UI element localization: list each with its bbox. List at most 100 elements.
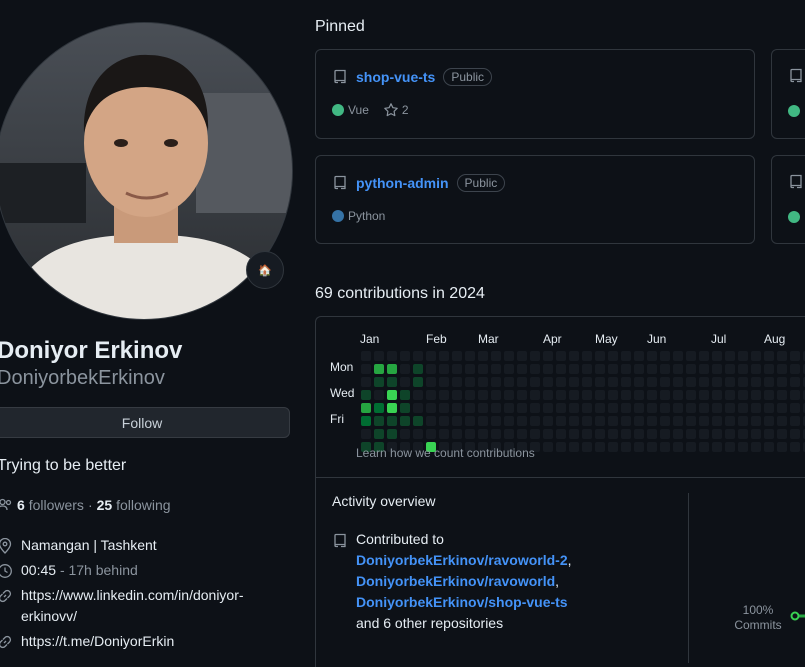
contribution-day-cell[interactable] <box>517 351 527 361</box>
contribution-day-cell[interactable] <box>465 429 475 439</box>
contribution-day-cell[interactable] <box>608 364 618 374</box>
contribution-day-cell[interactable] <box>621 442 631 452</box>
contribution-day-cell[interactable] <box>712 416 722 426</box>
contribution-day-cell[interactable] <box>504 351 514 361</box>
contribution-day-cell[interactable] <box>569 351 579 361</box>
contribution-day-cell[interactable] <box>543 442 553 452</box>
contribution-day-cell[interactable] <box>543 364 553 374</box>
contribution-day-cell[interactable] <box>595 429 605 439</box>
contribution-day-cell[interactable] <box>452 416 462 426</box>
contribution-day-cell[interactable] <box>478 429 488 439</box>
contribution-day-cell[interactable] <box>634 351 644 361</box>
contribution-day-cell[interactable] <box>569 390 579 400</box>
contribution-day-cell[interactable] <box>452 351 462 361</box>
contribution-day-cell[interactable] <box>400 351 410 361</box>
contribution-day-cell[interactable] <box>686 403 696 413</box>
contribution-day-cell[interactable] <box>621 377 631 387</box>
contribution-day-cell[interactable] <box>530 364 540 374</box>
contribution-day-cell[interactable] <box>699 429 709 439</box>
contribution-day-cell[interactable] <box>777 403 787 413</box>
telegram-link[interactable]: https://t.me/DoniyorErkin <box>21 631 174 652</box>
contribution-day-cell[interactable] <box>725 377 735 387</box>
contribution-day-cell[interactable] <box>764 351 774 361</box>
contribution-day-cell[interactable] <box>517 377 527 387</box>
contribution-day-cell[interactable] <box>725 442 735 452</box>
contribution-day-cell[interactable] <box>374 429 384 439</box>
contribution-day-cell[interactable] <box>660 390 670 400</box>
contribution-day-cell[interactable] <box>465 403 475 413</box>
contribution-day-cell[interactable] <box>751 429 761 439</box>
contribution-day-cell[interactable] <box>764 429 774 439</box>
contribution-day-cell[interactable] <box>426 429 436 439</box>
contribution-day-cell[interactable] <box>465 351 475 361</box>
contribution-day-cell[interactable] <box>426 377 436 387</box>
contribution-day-cell[interactable] <box>790 364 800 374</box>
contribution-day-cell[interactable] <box>400 416 410 426</box>
contribution-day-cell[interactable] <box>673 403 683 413</box>
contribution-day-cell[interactable] <box>777 390 787 400</box>
contribution-day-cell[interactable] <box>556 351 566 361</box>
contribution-day-cell[interactable] <box>660 403 670 413</box>
contribution-day-cell[interactable] <box>673 429 683 439</box>
contribution-day-cell[interactable] <box>569 403 579 413</box>
contribution-day-cell[interactable] <box>413 364 423 374</box>
contribution-day-cell[interactable] <box>647 351 657 361</box>
contribution-day-cell[interactable] <box>361 403 371 413</box>
contribution-day-cell[interactable] <box>725 416 735 426</box>
contribution-day-cell[interactable] <box>595 416 605 426</box>
contribution-day-cell[interactable] <box>608 351 618 361</box>
contribution-day-cell[interactable] <box>712 364 722 374</box>
contribution-day-cell[interactable] <box>413 351 423 361</box>
contribution-day-cell[interactable] <box>790 390 800 400</box>
contribution-day-cell[interactable] <box>660 351 670 361</box>
contribution-day-cell[interactable] <box>556 429 566 439</box>
contribution-day-cell[interactable] <box>374 390 384 400</box>
contribution-day-cell[interactable] <box>387 390 397 400</box>
contribution-day-cell[interactable] <box>660 416 670 426</box>
contribution-day-cell[interactable] <box>426 403 436 413</box>
contribution-day-cell[interactable] <box>361 364 371 374</box>
contribution-day-cell[interactable] <box>647 416 657 426</box>
followers-link[interactable]: 6 followers <box>17 495 84 515</box>
contribution-day-cell[interactable] <box>387 364 397 374</box>
contribution-day-cell[interactable] <box>777 429 787 439</box>
contribution-day-cell[interactable] <box>582 351 592 361</box>
contribution-day-cell[interactable] <box>569 377 579 387</box>
contribution-day-cell[interactable] <box>491 429 501 439</box>
contribution-day-cell[interactable] <box>491 403 501 413</box>
contribution-day-cell[interactable] <box>582 416 592 426</box>
contribution-day-cell[interactable] <box>413 416 423 426</box>
contribution-day-cell[interactable] <box>608 442 618 452</box>
contribution-day-cell[interactable] <box>738 364 748 374</box>
contribution-day-cell[interactable] <box>582 442 592 452</box>
contribution-day-cell[interactable] <box>673 416 683 426</box>
contribution-day-cell[interactable] <box>647 403 657 413</box>
contribution-day-cell[interactable] <box>712 377 722 387</box>
contribution-day-cell[interactable] <box>582 377 592 387</box>
contribution-day-cell[interactable] <box>790 442 800 452</box>
contribution-day-cell[interactable] <box>413 390 423 400</box>
contribution-day-cell[interactable] <box>569 429 579 439</box>
contribution-day-cell[interactable] <box>452 403 462 413</box>
contribution-day-cell[interactable] <box>751 390 761 400</box>
contribution-day-cell[interactable] <box>439 403 449 413</box>
contribution-day-cell[interactable] <box>569 442 579 452</box>
contribution-day-cell[interactable] <box>439 377 449 387</box>
contribution-day-cell[interactable] <box>530 429 540 439</box>
status-button[interactable]: 🏠 <box>246 251 284 289</box>
contribution-day-cell[interactable] <box>504 390 514 400</box>
contribution-day-cell[interactable] <box>686 377 696 387</box>
contribution-day-cell[interactable] <box>374 351 384 361</box>
contribution-day-cell[interactable] <box>595 351 605 361</box>
contribution-day-cell[interactable] <box>699 403 709 413</box>
contribution-day-cell[interactable] <box>491 351 501 361</box>
contribution-day-cell[interactable] <box>634 442 644 452</box>
contribution-day-cell[interactable] <box>582 390 592 400</box>
contribution-day-cell[interactable] <box>673 377 683 387</box>
contribution-day-cell[interactable] <box>725 429 735 439</box>
contribution-day-cell[interactable] <box>738 416 748 426</box>
contribution-day-cell[interactable] <box>777 442 787 452</box>
contribution-day-cell[interactable] <box>530 390 540 400</box>
contribution-day-cell[interactable] <box>439 351 449 361</box>
contribution-day-cell[interactable] <box>465 416 475 426</box>
